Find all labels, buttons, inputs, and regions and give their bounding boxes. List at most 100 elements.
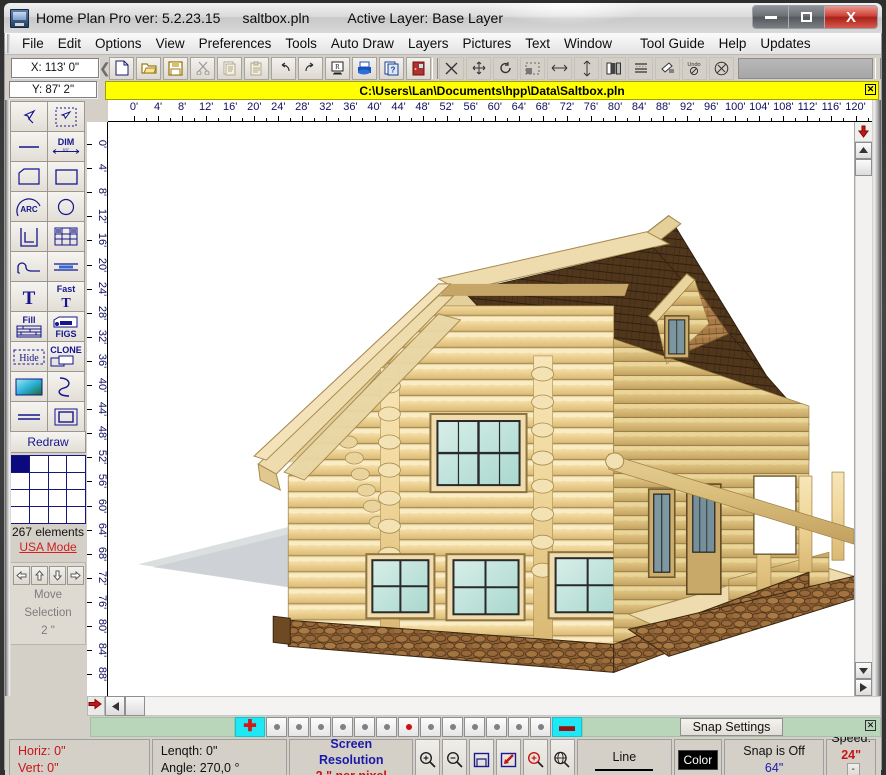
palette-swatch[interactable] <box>30 507 48 523</box>
move-down-button[interactable] <box>49 566 66 585</box>
menu-options[interactable]: Options <box>88 34 149 53</box>
no-draw-button[interactable] <box>709 57 734 80</box>
usa-mode-link[interactable]: USA Mode <box>10 540 86 554</box>
size-dot-button[interactable] <box>442 717 463 737</box>
size-dot-button[interactable] <box>266 717 287 737</box>
wall-tool[interactable] <box>10 221 48 252</box>
columns-button[interactable] <box>601 57 626 80</box>
copy-button[interactable] <box>217 57 242 80</box>
size-dot-button[interactable] <box>376 717 397 737</box>
scroll-h-thumb[interactable] <box>125 696 145 716</box>
curve-tool[interactable] <box>47 371 85 402</box>
maximize-button[interactable] <box>789 6 825 28</box>
open-folder-button[interactable] <box>136 57 161 80</box>
snap-readout[interactable]: Snap is Off 64" <box>724 739 824 775</box>
zoom-selection-button[interactable] <box>496 739 521 775</box>
palette-swatch[interactable] <box>49 507 67 523</box>
rectangle-tool[interactable] <box>47 161 85 192</box>
menu-layers[interactable]: Layers <box>401 34 456 53</box>
drawing-canvas[interactable] <box>108 122 854 696</box>
snap-row-close-icon[interactable]: ✕ <box>865 720 876 731</box>
close-button[interactable]: X <box>825 6 877 28</box>
vertical-resize-button[interactable] <box>574 57 599 80</box>
palette-swatch[interactable] <box>49 490 67 506</box>
palette-swatch[interactable] <box>11 456 29 472</box>
double-line-tool[interactable] <box>10 401 48 432</box>
palette-swatch[interactable] <box>49 456 67 472</box>
stairs-tool[interactable] <box>10 251 48 282</box>
zoom-magnify-button[interactable] <box>523 739 548 775</box>
fast-text-tool[interactable]: Fast T <box>47 281 85 312</box>
palette-swatch[interactable] <box>67 473 85 489</box>
menu-view[interactable]: View <box>149 34 192 53</box>
palette-swatch[interactable] <box>49 473 67 489</box>
zoom-fit-button[interactable] <box>469 739 494 775</box>
dimension-tool[interactable]: DIM 5'0" <box>47 131 85 162</box>
palette-swatch[interactable] <box>67 490 85 506</box>
text-tool[interactable]: T <box>10 281 48 312</box>
color-palette[interactable] <box>10 455 86 524</box>
scroll-thumb[interactable] <box>855 159 872 176</box>
zoom-out-button[interactable] <box>442 739 467 775</box>
palette-swatch[interactable] <box>67 507 85 523</box>
menu-window[interactable]: Window <box>557 34 619 53</box>
paint-settings-button[interactable] <box>655 57 680 80</box>
scroll-up-button[interactable] <box>855 142 872 159</box>
window-tool[interactable] <box>47 221 85 252</box>
horizontal-ruler[interactable]: 0'4'8'12'16'20'24'28'32'36'40'44'48'52'5… <box>108 100 872 122</box>
line-style-selector[interactable]: Line <box>577 739 672 775</box>
save-button[interactable] <box>163 57 188 80</box>
new-file-button[interactable] <box>109 57 134 80</box>
menu-file[interactable]: File <box>15 34 51 53</box>
scroll-corner-marker[interactable] <box>87 696 105 716</box>
increase-button[interactable]: ✚ <box>235 717 265 737</box>
arc-tool[interactable]: ARC <box>10 191 48 222</box>
size-dot-button[interactable] <box>354 717 375 737</box>
redraw-button[interactable]: Redraw <box>10 431 86 453</box>
scroll-left-button[interactable] <box>105 696 125 716</box>
zoom-in-button[interactable] <box>415 739 440 775</box>
horizontal-scroll-track[interactable] <box>145 696 881 716</box>
delete-button[interactable] <box>439 57 464 80</box>
select-arrow-tool[interactable] <box>10 101 48 132</box>
clone-tool[interactable]: CLONE <box>47 341 85 372</box>
size-dot-button[interactable] <box>332 717 353 737</box>
size-dot-button[interactable] <box>530 717 551 737</box>
scroll-track[interactable] <box>855 176 872 662</box>
vertical-scrollbar[interactable] <box>854 122 872 696</box>
size-dot-button[interactable] <box>508 717 529 737</box>
paste-button[interactable] <box>244 57 269 80</box>
move-up-button[interactable] <box>31 566 48 585</box>
move-right-button[interactable] <box>67 566 84 585</box>
menu-updates[interactable]: Updates <box>753 34 817 53</box>
palette-swatch[interactable] <box>30 473 48 489</box>
file-path-bar[interactable]: C:\Users\Lan\Documents\hpp\Data\Saltbox.… <box>105 81 879 100</box>
gradient-tool[interactable] <box>10 371 48 402</box>
fill-tool[interactable]: Fill <box>10 311 48 342</box>
pan-view-button[interactable] <box>550 739 575 775</box>
size-dot-button[interactable] <box>486 717 507 737</box>
scroll-down-button[interactable] <box>855 662 872 679</box>
register-button[interactable]: R <box>325 57 350 80</box>
cut-button[interactable] <box>190 57 215 80</box>
palette-swatch[interactable] <box>11 473 29 489</box>
size-dot-button[interactable] <box>420 717 441 737</box>
frame-tool[interactable] <box>47 401 85 432</box>
circle-tool[interactable] <box>47 191 85 222</box>
decrease-button[interactable]: ▬ <box>552 717 582 737</box>
menu-tools[interactable]: Tools <box>278 34 324 53</box>
line-tool[interactable] <box>10 131 48 162</box>
undo-disabled-button[interactable]: Undo <box>682 57 707 80</box>
print-button[interactable] <box>352 57 377 80</box>
menu-pictures[interactable]: Pictures <box>455 34 518 53</box>
size-dot-button[interactable] <box>310 717 331 737</box>
size-dot-button[interactable] <box>464 717 485 737</box>
help-page-button[interactable]: ? <box>379 57 404 80</box>
palette-swatch[interactable] <box>30 490 48 506</box>
menu-preferences[interactable]: Preferences <box>192 34 279 53</box>
rotate-button[interactable] <box>493 57 518 80</box>
menu-help[interactable]: Help <box>712 34 754 53</box>
size-dot-button-selected[interactable] <box>398 717 419 737</box>
palette-swatch[interactable] <box>30 456 48 472</box>
redo-button[interactable] <box>298 57 323 80</box>
